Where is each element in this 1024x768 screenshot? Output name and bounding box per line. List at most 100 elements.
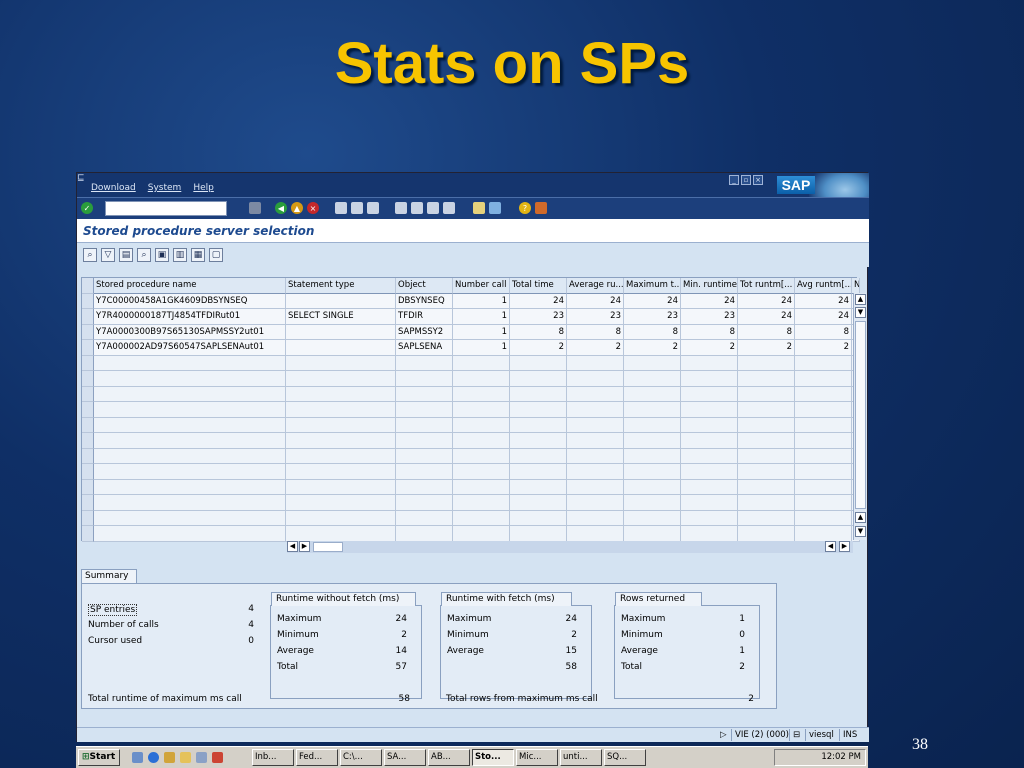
minimize-icon[interactable]: _ (729, 175, 739, 185)
taskbar-button[interactable]: Fed... (296, 749, 338, 766)
menu-item-system[interactable]: System (148, 183, 182, 193)
command-field[interactable] (105, 201, 227, 216)
table-row[interactable] (82, 371, 860, 387)
column-header[interactable]: Statement type (286, 278, 396, 294)
layout-icon[interactable]: ▦ (191, 248, 205, 262)
scroll-left-icon[interactable]: ◀ (287, 541, 298, 552)
scroll-up-icon[interactable]: ▲ (855, 294, 866, 305)
row-selector[interactable] (82, 371, 94, 387)
column-header[interactable]: Tot runtm[... (738, 278, 795, 294)
column-header[interactable]: Number call (453, 278, 510, 294)
taskbar-button[interactable]: C:\... (340, 749, 382, 766)
table-row[interactable]: Y7C00000458A1GK4609DBSYNSEQ DBSYNSEQ 1 24 24… (82, 293, 860, 309)
column-header[interactable]: Average ru... (567, 278, 624, 294)
row-selector[interactable] (82, 417, 94, 433)
back-icon[interactable]: ◀ (275, 202, 287, 214)
cancel-icon[interactable]: × (307, 202, 319, 214)
scroll-down-icon[interactable]: ▼ (855, 526, 866, 537)
table-row[interactable]: Y7R4000000187TJ4854TFDIRut01 SELECT SINGL… (82, 309, 860, 325)
row-selector[interactable] (82, 386, 94, 402)
previous-page-icon[interactable] (411, 202, 423, 214)
window-menu-icon[interactable]: ⊑ (77, 173, 85, 183)
table-row[interactable] (82, 495, 860, 511)
create-session-icon[interactable] (473, 202, 485, 214)
layout-menu-icon[interactable] (535, 202, 547, 214)
status-arrow-icon[interactable]: ▷ (717, 729, 730, 741)
row-selector[interactable] (82, 433, 94, 449)
row-selector[interactable] (82, 355, 94, 371)
taskbar-button[interactable]: Inb... (252, 749, 294, 766)
scroll-up-icon[interactable]: ▲ (855, 512, 866, 523)
taskbar-button[interactable]: AB... (428, 749, 470, 766)
column-header[interactable]: N (852, 278, 860, 294)
table-row[interactable] (82, 464, 860, 480)
close-icon[interactable]: × (753, 175, 763, 185)
browser-icon[interactable] (148, 752, 159, 763)
table-row[interactable] (82, 402, 860, 418)
app-icon[interactable] (212, 752, 223, 763)
table-row[interactable] (82, 448, 860, 464)
find-next-icon[interactable] (367, 202, 379, 214)
outlook-icon[interactable] (164, 752, 175, 763)
enter-icon[interactable]: ✓ (81, 202, 93, 214)
find-grid-icon[interactable]: ⌕ (137, 248, 151, 262)
grid-vertical-scrollbar[interactable]: ▲ ▼ ▲ ▼ (853, 293, 866, 540)
row-selector[interactable] (82, 495, 94, 511)
scroll-down-icon[interactable]: ▼ (855, 307, 866, 318)
table-row[interactable] (82, 526, 860, 542)
save-icon[interactable] (249, 202, 261, 214)
print-preview-icon[interactable]: ▤ (119, 248, 133, 262)
taskbar-button[interactable]: SQ... (604, 749, 646, 766)
scroll-thumb[interactable] (855, 321, 866, 509)
explorer-icon[interactable] (180, 752, 191, 763)
filter-icon[interactable]: ▽ (101, 248, 115, 262)
row-selector[interactable] (82, 479, 94, 495)
restore-icon[interactable]: ▫ (741, 175, 751, 185)
status-menu-icon[interactable]: ⊟ (789, 729, 803, 741)
row-selector[interactable] (82, 526, 94, 542)
row-selector[interactable] (82, 324, 94, 340)
column-header[interactable]: Object (396, 278, 453, 294)
column-header[interactable]: Total time (510, 278, 567, 294)
find-icon[interactable] (351, 202, 363, 214)
table-row[interactable]: Y7A0000300B97S65130SAPMSSY2ut01 SAPMSSY2 1… (82, 324, 860, 340)
desktop-icon[interactable] (132, 752, 143, 763)
table-row[interactable] (82, 510, 860, 526)
scroll-right-icon[interactable]: ▶ (299, 541, 310, 552)
table-row[interactable] (82, 417, 860, 433)
table-row[interactable]: Y7A000002AD97S60547SAPLSENAut01 SAPLSENA 1… (82, 340, 860, 356)
column-header[interactable]: Min. runtime (681, 278, 738, 294)
start-button[interactable]: ⊞Start (78, 749, 120, 766)
last-page-icon[interactable] (443, 202, 455, 214)
column-header[interactable]: Avg runtm[... (795, 278, 852, 294)
table-row[interactable] (82, 386, 860, 402)
row-selector[interactable] (82, 293, 94, 309)
first-page-icon[interactable] (395, 202, 407, 214)
grid-horizontal-scrollbar[interactable]: ◀ ▶ ◀ ▶ (287, 541, 853, 553)
row-selector[interactable] (82, 309, 94, 325)
taskbar-button[interactable]: Sto... (472, 749, 514, 766)
scroll-thumb[interactable] (313, 542, 343, 552)
scroll-right-icon[interactable]: ▶ (839, 541, 850, 552)
row-selector[interactable] (82, 278, 94, 294)
menu-item-download[interactable]: Download (91, 183, 136, 193)
shortcut-icon[interactable] (489, 202, 501, 214)
info-icon[interactable]: ▢ (209, 248, 223, 262)
export-icon[interactable]: ▣ (155, 248, 169, 262)
row-selector[interactable] (82, 510, 94, 526)
row-selector[interactable] (82, 448, 94, 464)
taskbar-button[interactable]: unti... (560, 749, 602, 766)
menu-item-help[interactable]: Help (193, 183, 214, 193)
table-row[interactable] (82, 355, 860, 371)
table-row[interactable] (82, 479, 860, 495)
help-icon[interactable]: ? (519, 202, 531, 214)
search-icon[interactable] (196, 752, 207, 763)
details-icon[interactable]: ⌕ (83, 248, 97, 262)
columns-icon[interactable]: ▥ (173, 248, 187, 262)
next-page-icon[interactable] (427, 202, 439, 214)
row-selector[interactable] (82, 402, 94, 418)
taskbar-button[interactable]: Mic... (516, 749, 558, 766)
summary-tab[interactable]: Summary (81, 569, 137, 583)
table-row[interactable] (82, 433, 860, 449)
row-selector[interactable] (82, 340, 94, 356)
